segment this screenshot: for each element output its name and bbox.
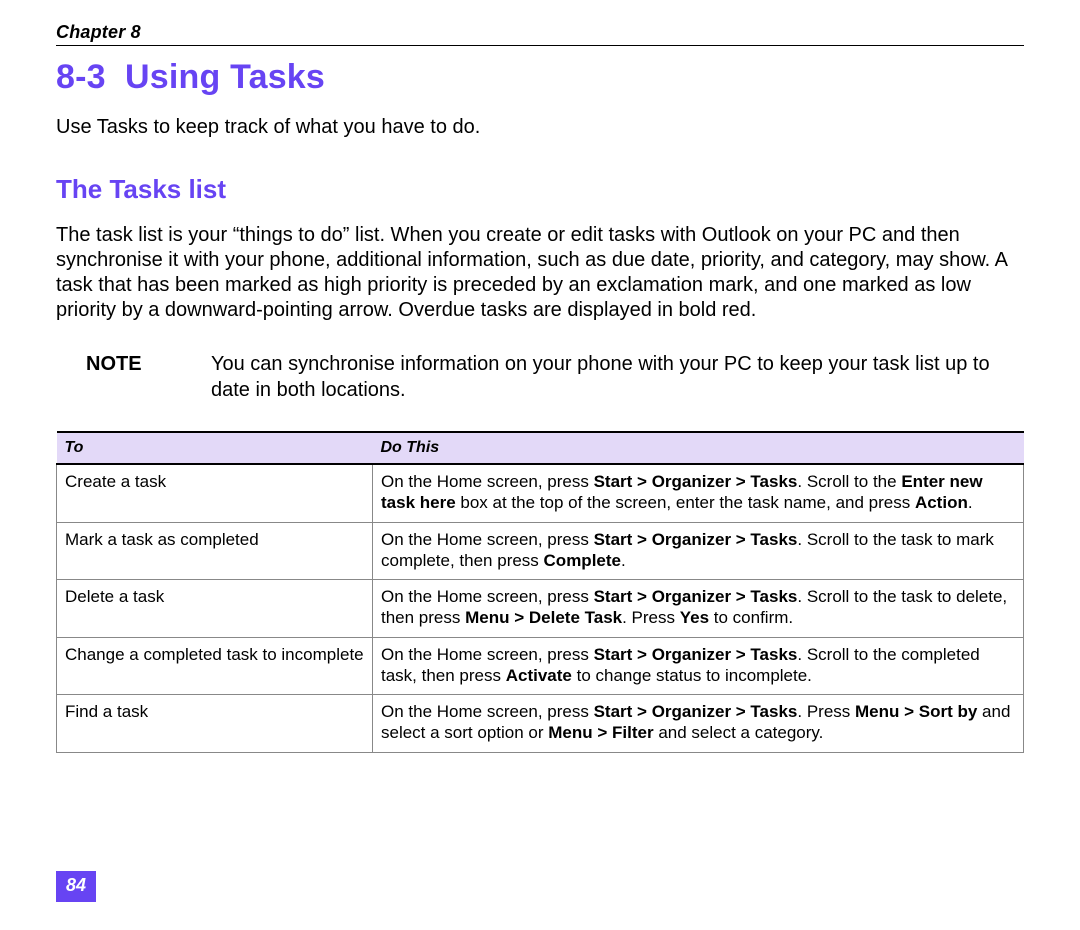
table-cell-to: Mark a task as completed (57, 522, 373, 580)
table-header-row: To Do This (57, 432, 1024, 464)
table-row: Find a taskOn the Home screen, press Sta… (57, 695, 1024, 753)
table-row: Delete a taskOn the Home screen, press S… (57, 580, 1024, 638)
table-cell-do: On the Home screen, press Start > Organi… (373, 464, 1024, 522)
table-cell-do: On the Home screen, press Start > Organi… (373, 695, 1024, 753)
table-cell-do: On the Home screen, press Start > Organi… (373, 580, 1024, 638)
table-row: Create a taskOn the Home screen, press S… (57, 464, 1024, 522)
table-cell-do: On the Home screen, press Start > Organi… (373, 522, 1024, 580)
section-intro: Use Tasks to keep track of what you have… (56, 115, 1024, 140)
page-number: 84 (56, 871, 96, 902)
subsection-title: The Tasks list (56, 174, 1024, 205)
table-header-do: Do This (373, 432, 1024, 464)
page-container: Chapter 8 8-3 Using Tasks Use Tasks to k… (0, 0, 1080, 930)
section-number: 8-3 (56, 58, 106, 96)
subsection-body: The task list is your “things to do” lis… (56, 223, 1024, 323)
section-name: Using Tasks (125, 58, 325, 96)
table-cell-to: Change a completed task to incomplete (57, 637, 373, 695)
table-cell-do: On the Home screen, press Start > Organi… (373, 637, 1024, 695)
table-cell-to: Find a task (57, 695, 373, 753)
table-cell-to: Create a task (57, 464, 373, 522)
tasks-table: To Do This Create a taskOn the Home scre… (56, 431, 1024, 753)
note-text: You can synchronise information on your … (211, 351, 1024, 403)
table-header-to: To (57, 432, 373, 464)
chapter-header: Chapter 8 (56, 22, 1024, 46)
section-title: 8-3 Using Tasks (56, 58, 1024, 97)
note-label: NOTE (56, 351, 211, 403)
table-cell-to: Delete a task (57, 580, 373, 638)
note-block: NOTE You can synchronise information on … (56, 351, 1024, 403)
table-row: Mark a task as completedOn the Home scre… (57, 522, 1024, 580)
table-row: Change a completed task to incompleteOn … (57, 637, 1024, 695)
